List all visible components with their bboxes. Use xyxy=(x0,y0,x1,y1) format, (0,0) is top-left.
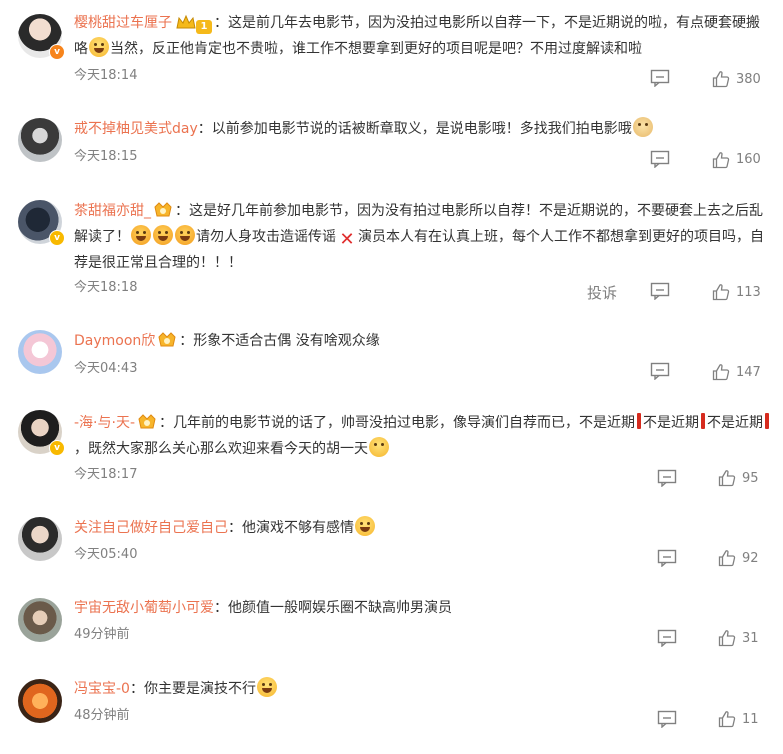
comment-reply-icon[interactable] xyxy=(650,150,670,168)
like-count: 380 xyxy=(736,72,761,87)
comment-text: 你主要是演技不行 xyxy=(143,681,256,697)
avatar[interactable] xyxy=(18,598,62,642)
username-link[interactable]: 茶甜福亦甜_ xyxy=(74,203,151,219)
laugh-emoji-icon xyxy=(89,37,109,57)
timestamp: 49分钟前 xyxy=(74,627,130,642)
username-link[interactable]: -海·与·天- xyxy=(74,415,135,431)
comment-text: 以前参加电影节说的话被断章取义，是说电影哦！多找我们拍电影哦 xyxy=(211,121,632,137)
thumbs-up-icon[interactable] xyxy=(712,70,730,88)
timestamp: 今天18:17 xyxy=(74,467,138,482)
fan-badge-icon xyxy=(138,414,156,429)
timestamp: 今天18:15 xyxy=(74,149,138,164)
comment-reply-icon[interactable] xyxy=(657,710,677,728)
comment-text: 当然，反正他肯定也不贵啦，谁工作不想要拿到更好的项目呢是吧？不用过度解读和啦 xyxy=(110,41,642,57)
timestamp: 今天05:40 xyxy=(74,547,138,562)
comment-text: 几年前的电影节说的话了，帅哥没拍过电影，像导演们自荐而已，不是近期 xyxy=(173,415,636,431)
sob-emoji-icon xyxy=(175,225,195,245)
sob-emoji-icon xyxy=(131,225,151,245)
avatar[interactable] xyxy=(18,517,62,561)
comment-text: 不是近期 xyxy=(707,415,764,431)
timestamp: 48分钟前 xyxy=(74,708,130,723)
timestamp: 今天04:43 xyxy=(74,361,138,376)
avatar[interactable]: v xyxy=(18,14,65,60)
like-count: 160 xyxy=(736,152,761,167)
red-cross-icon: ✕ xyxy=(339,229,355,250)
avatar[interactable] xyxy=(18,330,62,374)
verified-badge-icon: v xyxy=(49,230,65,246)
timestamp: 今天18:18 xyxy=(74,280,138,295)
username-link[interactable]: 关注自己做好自己爱自己 xyxy=(74,520,228,536)
avatar[interactable]: v xyxy=(18,200,65,246)
exclamation-icon xyxy=(765,413,770,429)
thumbs-up-icon[interactable] xyxy=(718,710,736,728)
report-link[interactable]: 投诉 xyxy=(587,283,617,303)
like-count: 31 xyxy=(742,631,759,646)
thumbs-up-icon[interactable] xyxy=(712,283,730,301)
like-count: 11 xyxy=(742,712,759,727)
verified-badge-icon: v xyxy=(49,440,65,456)
sweat-emoji-icon xyxy=(369,437,389,457)
level-badge: 1 xyxy=(196,20,212,34)
verified-badge-icon: v xyxy=(49,44,65,60)
like-count: 147 xyxy=(736,365,761,380)
fan-badge-icon xyxy=(154,202,172,217)
thumbs-up-icon[interactable] xyxy=(718,629,736,647)
doge-emoji-icon xyxy=(632,117,653,137)
cry-laugh-emoji-icon xyxy=(355,516,375,536)
username-link[interactable]: 戒不掉柚见美式day xyxy=(74,121,198,137)
exclamation-icon xyxy=(701,413,706,429)
exclamation-icon xyxy=(637,413,642,429)
comment-reply-icon[interactable] xyxy=(657,469,677,487)
avatar[interactable] xyxy=(18,118,62,162)
username-link[interactable]: Daymoon欣 xyxy=(74,333,155,349)
cry-laugh-emoji-icon xyxy=(256,677,277,697)
thumbs-up-icon[interactable] xyxy=(712,151,730,169)
comment-text: ，既然大家那么关心那么欢迎来看今天的胡一天 xyxy=(74,441,368,457)
like-count: 95 xyxy=(742,471,759,486)
avatar[interactable] xyxy=(18,679,62,723)
thumbs-up-icon[interactable] xyxy=(718,549,736,567)
comment-text: 请勿人身攻击造谣传谣 xyxy=(196,229,336,245)
avatar[interactable]: v xyxy=(18,410,65,456)
comment-text: 不是近期 xyxy=(643,415,700,431)
fan-badge-icon xyxy=(158,332,176,347)
username-link[interactable]: 宇宙无敌小葡萄小可爱 xyxy=(74,600,214,616)
comment-text: 形象不适合古偶 没有啥观众缘 xyxy=(193,333,380,349)
username-link[interactable]: 冯宝宝-0 xyxy=(74,681,130,697)
comment-reply-icon[interactable] xyxy=(650,282,670,300)
comment-reply-icon[interactable] xyxy=(650,362,670,380)
comment-text: 他演戏不够有感情 xyxy=(242,520,354,536)
like-count: 92 xyxy=(742,551,759,566)
comment-reply-icon[interactable] xyxy=(650,69,670,87)
like-count: 113 xyxy=(736,285,761,300)
sob-emoji-icon xyxy=(153,225,173,245)
comment-reply-icon[interactable] xyxy=(657,549,677,567)
comment-reply-icon[interactable] xyxy=(657,629,677,647)
timestamp: 今天18:14 xyxy=(74,68,138,83)
comment-text: 他颜值一般啊娱乐圈不缺高帅男演员 xyxy=(228,600,452,616)
crown-icon xyxy=(176,14,196,29)
thumbs-up-icon[interactable] xyxy=(718,469,736,487)
username-link[interactable]: 樱桃甜过车厘子 xyxy=(74,15,172,31)
thumbs-up-icon[interactable] xyxy=(712,363,730,381)
